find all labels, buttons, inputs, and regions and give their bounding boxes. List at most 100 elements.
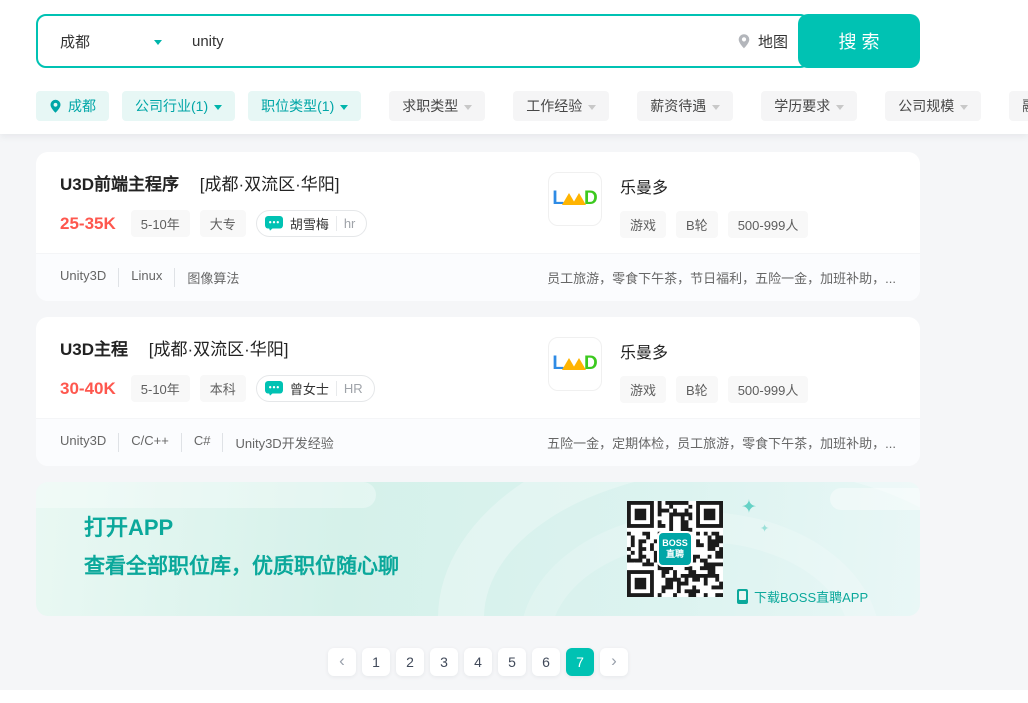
company-tag-industry: 游戏: [620, 211, 667, 238]
page-button-5[interactable]: 5: [498, 648, 526, 676]
job-card[interactable]: U3D主程 [成都·双流区·华阳] 30-40K 5-10年 本科 曾女士 HR…: [36, 317, 920, 466]
sparkle-icon: ✦: [741, 497, 757, 518]
page-button-2[interactable]: 2: [396, 648, 424, 676]
filter-label: 公司行业(1): [135, 98, 209, 114]
filter-pill-employment-type[interactable]: 求职类型: [389, 91, 486, 121]
banner-decoration: [830, 488, 920, 510]
filter-pill-job-type[interactable]: 职位类型(1): [248, 91, 362, 121]
benefits-text: 五险一金，定期体检，员工旅游，零食下午茶，加班补助，...: [547, 436, 896, 451]
job-card-main: U3D主程 [成都·双流区·华阳] 30-40K 5-10年 本科 曾女士 HR…: [36, 317, 920, 418]
skill-item: 图像算法: [174, 268, 239, 287]
filter-pill-location[interactable]: 成都: [36, 91, 109, 121]
job-tag-education: 大专: [199, 210, 246, 237]
job-salary: 25-35K: [60, 213, 116, 233]
chevron-down-icon: [712, 104, 721, 110]
job-card-main: U3D前端主程序 [成都·双流区·华阳] 25-35K 5-10年 大专 胡雪梅…: [36, 152, 920, 253]
location-pin-icon: [50, 99, 61, 113]
recruiter-role: hr: [335, 216, 355, 231]
chevron-down-icon: [588, 104, 597, 110]
company-tag-size: 500-999人: [727, 376, 809, 403]
company-tag-industry: 游戏: [620, 376, 667, 403]
app-banner[interactable]: 打开APP 查看全部职位库，优质职位随心聊 BOSS 直聘 ✦ ✦ 下载BOSS…: [36, 482, 920, 616]
qr-logo-line: 直聘: [665, 549, 684, 559]
benefits-text: 员工旅游，零食下午茶，节日福利，五险一金，加班补助，...: [547, 271, 896, 286]
qr-center-logo: BOSS 直聘: [657, 531, 693, 567]
filter-label: 求职类型: [402, 98, 459, 114]
job-card[interactable]: U3D前端主程序 [成都·双流区·华阳] 25-35K 5-10年 大专 胡雪梅…: [36, 152, 920, 301]
recruiter-name: 胡雪梅: [289, 217, 329, 232]
job-tag-experience: 5-10年: [130, 210, 190, 237]
chat-icon: [264, 381, 283, 396]
recruiter-name: 曾女士: [289, 382, 329, 397]
recruiter-role: HR: [335, 381, 363, 396]
page-button-3[interactable]: 3: [430, 648, 458, 676]
chevron-down-icon: [214, 104, 223, 110]
company-name[interactable]: 乐曼多: [620, 339, 808, 363]
filter-label: 学历要求: [774, 98, 831, 114]
recruiter-chip[interactable]: 曾女士 HR: [255, 375, 375, 402]
skill-item: Unity3D: [60, 433, 107, 448]
filter-pill-education[interactable]: 学历要求: [761, 91, 858, 121]
chevron-down-icon: [340, 104, 349, 110]
filter-label: 融资阶段: [1022, 96, 1028, 116]
skill-list: Unity3D Linux 图像算法: [60, 268, 239, 287]
company-name[interactable]: 乐曼多: [620, 174, 808, 198]
qr-logo-line: BOSS: [662, 538, 688, 549]
filter-pill-financing-stage[interactable]: 融资阶段: [1009, 91, 1028, 121]
map-button-label: 地图: [757, 33, 788, 51]
job-card-footer: Unity3D C/C++ C# Unity3D开发经验 五险一金，定期体检，员…: [36, 418, 920, 466]
filter-bar: 成都 公司行业(1) 职位类型(1) 求职类型 工作经验 薪资待遇 学历要求 公…: [36, 91, 1028, 121]
chevron-down-icon: [836, 104, 845, 110]
page-button-1[interactable]: 1: [362, 648, 390, 676]
page-prev-button[interactable]: ‹: [328, 648, 356, 676]
company-logo[interactable]: L D: [548, 172, 602, 226]
search-button[interactable]: 搜索: [798, 14, 920, 68]
page-footer: [0, 690, 1028, 703]
pagination: ‹ 1 2 3 4 5 6 7 ›: [36, 648, 920, 676]
filter-label: 薪资待遇: [650, 98, 707, 114]
skill-item: Linux: [118, 268, 162, 287]
sparkle-icon: ✦: [760, 523, 770, 535]
job-salary: 30-40K: [60, 378, 116, 398]
company-tag-size: 500-999人: [727, 211, 809, 238]
download-app-link[interactable]: 下载BOSS直聘APP: [737, 587, 868, 606]
filter-location-label: 成都: [68, 98, 96, 114]
company-logo[interactable]: L D: [548, 337, 602, 391]
filter-pill-salary[interactable]: 薪资待遇: [637, 91, 734, 121]
chat-icon: [264, 216, 283, 231]
search-input[interactable]: [180, 32, 736, 50]
page-button-7-active[interactable]: 7: [566, 648, 594, 676]
download-app-label: 下载BOSS直聘APP: [754, 590, 869, 605]
filter-pill-company-size[interactable]: 公司规模: [885, 91, 982, 121]
page-header: 成都 地图 搜索 成都 公司行业(1) 职位类型(1): [0, 0, 1028, 134]
filter-label: 职位类型(1): [261, 98, 335, 114]
job-tag-experience: 5-10年: [130, 375, 190, 402]
chevron-down-icon: [154, 39, 162, 45]
skill-item: Unity3D开发经验: [222, 433, 334, 452]
qr-code: BOSS 直聘: [627, 501, 723, 597]
job-title: U3D前端主程序: [60, 175, 180, 194]
skill-item: C/C++: [118, 433, 169, 452]
skill-list: Unity3D C/C++ C# Unity3D开发经验: [60, 433, 334, 452]
recruiter-chip[interactable]: 胡雪梅 hr: [255, 210, 368, 237]
map-pin-icon: [738, 33, 750, 48]
company-tag-stage: B轮: [676, 211, 718, 238]
page-button-4[interactable]: 4: [464, 648, 492, 676]
page-button-6[interactable]: 6: [532, 648, 560, 676]
job-card-footer: Unity3D Linux 图像算法 员工旅游，零食下午茶，节日福利，五险一金，…: [36, 253, 920, 301]
job-location: [成都·双流区·华阳]: [148, 340, 289, 359]
page-next-button[interactable]: ›: [600, 648, 628, 676]
chevron-down-icon: [960, 104, 969, 110]
search-box: 成都 地图: [36, 14, 810, 68]
logo-letter: D: [583, 188, 598, 209]
filter-label: 工作经验: [526, 98, 583, 114]
job-title: U3D主程: [60, 340, 129, 359]
company-tag-stage: B轮: [676, 376, 718, 403]
filter-pill-company-industry[interactable]: 公司行业(1): [122, 91, 236, 121]
job-list: U3D前端主程序 [成都·双流区·华阳] 25-35K 5-10年 大专 胡雪梅…: [0, 134, 1028, 676]
search-bar: 成都 地图 搜索: [36, 14, 920, 68]
city-select[interactable]: 成都: [38, 31, 180, 52]
skill-item: C#: [180, 433, 210, 452]
filter-label: 公司规模: [898, 98, 955, 114]
filter-pill-work-experience[interactable]: 工作经验: [513, 91, 610, 121]
